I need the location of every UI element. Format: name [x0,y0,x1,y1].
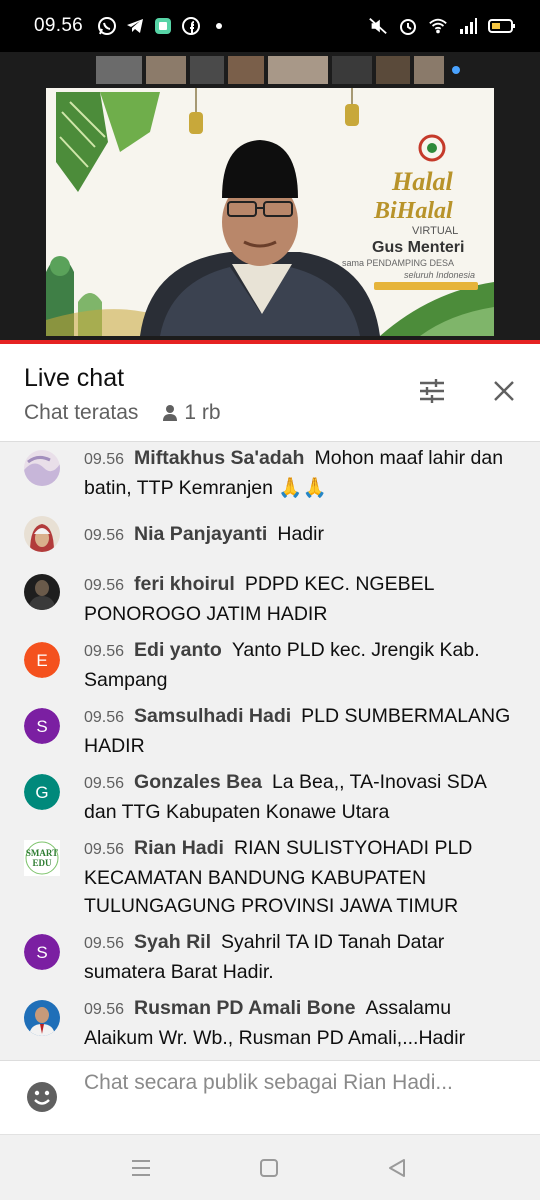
message-time: 09.56 [84,709,125,726]
viewer-count-value: 1 rb [184,401,221,424]
chat-message-input[interactable]: Chat secara publik sebagai Rian Hadi... [84,1069,504,1097]
back-triangle-icon [389,1159,405,1177]
message-body: 09.56 Rusman PD Amali Bone Assalamu Alaiku… [84,994,514,1052]
close-chat-button[interactable] [487,374,521,408]
avatar[interactable] [24,450,60,486]
message-body: 09.56 feri khoirul PDPD KEC. NGEBEL PONORO… [84,570,514,628]
message-body: 09.56 Rian Hadi RIAN SULISTYOHADI PLD KECA… [84,834,514,920]
telegram-icon [125,16,145,36]
whatsapp-icon [97,16,117,36]
live-chat-header: Live chat Chat teratas 1 rb [0,344,540,442]
avatar[interactable] [24,516,60,552]
message-author[interactable]: Edi yanto [134,639,222,661]
avatar-letter: S [36,717,47,736]
emoji-icon [27,1082,57,1112]
avatar[interactable] [24,1000,60,1036]
message-author[interactable]: Miftakhus Sa'adah [134,447,304,469]
chat-mode-label[interactable]: Chat teratas [24,401,138,425]
message-body: 09.56 Syah Ril Syahril TA ID Tanah Datar s… [84,928,514,986]
notification-icons [97,16,229,36]
system-icons [368,16,516,36]
message-author[interactable]: Rusman PD Amali Bone [134,997,355,1019]
avatar[interactable]: G [24,774,60,810]
avatar[interactable]: S [24,934,60,970]
video-player[interactable]: Halal BiHalal VIRTUAL Gus Menteri sama P… [0,52,540,344]
banner-line2: BiHalal [373,198,453,224]
message-author[interactable]: Nia Panjayanti [134,523,267,545]
participant-thumbnails [96,56,460,84]
message-time: 09.56 [84,1001,125,1018]
facebook-icon [181,16,201,36]
message-author[interactable]: Syah Ril [134,931,211,953]
message-time: 09.56 [84,775,125,792]
menu-icon [132,1160,150,1176]
battery-icon [488,16,516,36]
banner-region: seluruh Indonesia [404,270,475,280]
banner-with: sama PENDAMPING DESA [342,258,454,268]
alarm-icon [398,16,418,36]
message-time: 09.56 [84,935,125,952]
video-frame: Halal BiHalal VIRTUAL Gus Menteri sama P… [0,52,540,344]
message-body: 09.56 Gonzales Bea La Bea,, TA-Inovasi SDA… [84,768,514,826]
avatar[interactable] [24,574,60,610]
recent-apps-button[interactable] [128,1155,154,1181]
avatar[interactable]: SMART EDU [24,840,60,876]
avatar-logo-line1: SMART [26,848,58,858]
message-time: 09.56 [84,841,125,858]
app-icon [153,16,173,36]
chat-input-bar: Chat secara publik sebagai Rian Hadi... [0,1060,540,1134]
live-chat-title: Live chat [24,364,125,392]
signal-icon [458,16,478,36]
home-button[interactable] [256,1155,282,1181]
message-time: 09.56 [84,577,125,594]
system-navigation-bar [0,1134,540,1200]
message-time: 09.56 [84,451,125,468]
chat-message-list[interactable]: 09.56 Miftakhus Sa'adah Mohon maaf lahir d… [0,442,540,1060]
message-time: 09.56 [84,643,125,660]
message-author[interactable]: feri khoirul [134,573,235,595]
person-icon [163,405,178,421]
chat-mode-selector[interactable]: Chat teratas 1 rb [24,401,221,425]
tune-button[interactable] [415,374,449,408]
status-time: 09.56 [34,15,84,36]
avatar[interactable]: E [24,642,60,678]
emoji-button[interactable] [26,1081,58,1113]
message-time: 09.56 [84,527,125,544]
more-notifications-icon [209,16,229,36]
wifi-icon [428,16,448,36]
viewer-count: 1 rb [162,401,221,425]
message-text: Hadir [277,523,324,545]
home-square-icon [260,1159,278,1177]
message-body: 09.56 Samsulhadi Hadi PLD SUMBERMALANG HAD… [84,702,514,760]
close-icon [494,381,514,401]
back-button[interactable] [384,1155,410,1181]
message-body: 09.56 Miftakhus Sa'adah Mohon maaf lahir d… [84,444,514,502]
tune-icon [420,379,444,403]
message-emoji: 🙏🙏 [278,477,327,499]
banner-line1: Halal [391,167,453,196]
avatar-letter: G [35,783,48,802]
mute-icon [368,16,388,36]
avatar-letter: E [36,651,47,670]
message-author[interactable]: Samsulhadi Hadi [134,705,291,727]
message-author[interactable]: Rian Hadi [134,837,224,859]
avatar-letter: S [36,943,47,962]
message-body: 09.56 Nia Panjayanti Hadir [84,520,514,550]
avatar[interactable]: S [24,708,60,744]
status-bar: 09.56 [0,0,540,52]
banner-host: Gus Menteri [372,239,464,256]
banner-virtual: VIRTUAL [412,225,458,237]
avatar-logo-line2: EDU [32,858,52,868]
message-body: 09.56 Edi yanto Yanto PLD kec. Jrengik Kab… [84,636,514,694]
message-author[interactable]: Gonzales Bea [134,771,262,793]
